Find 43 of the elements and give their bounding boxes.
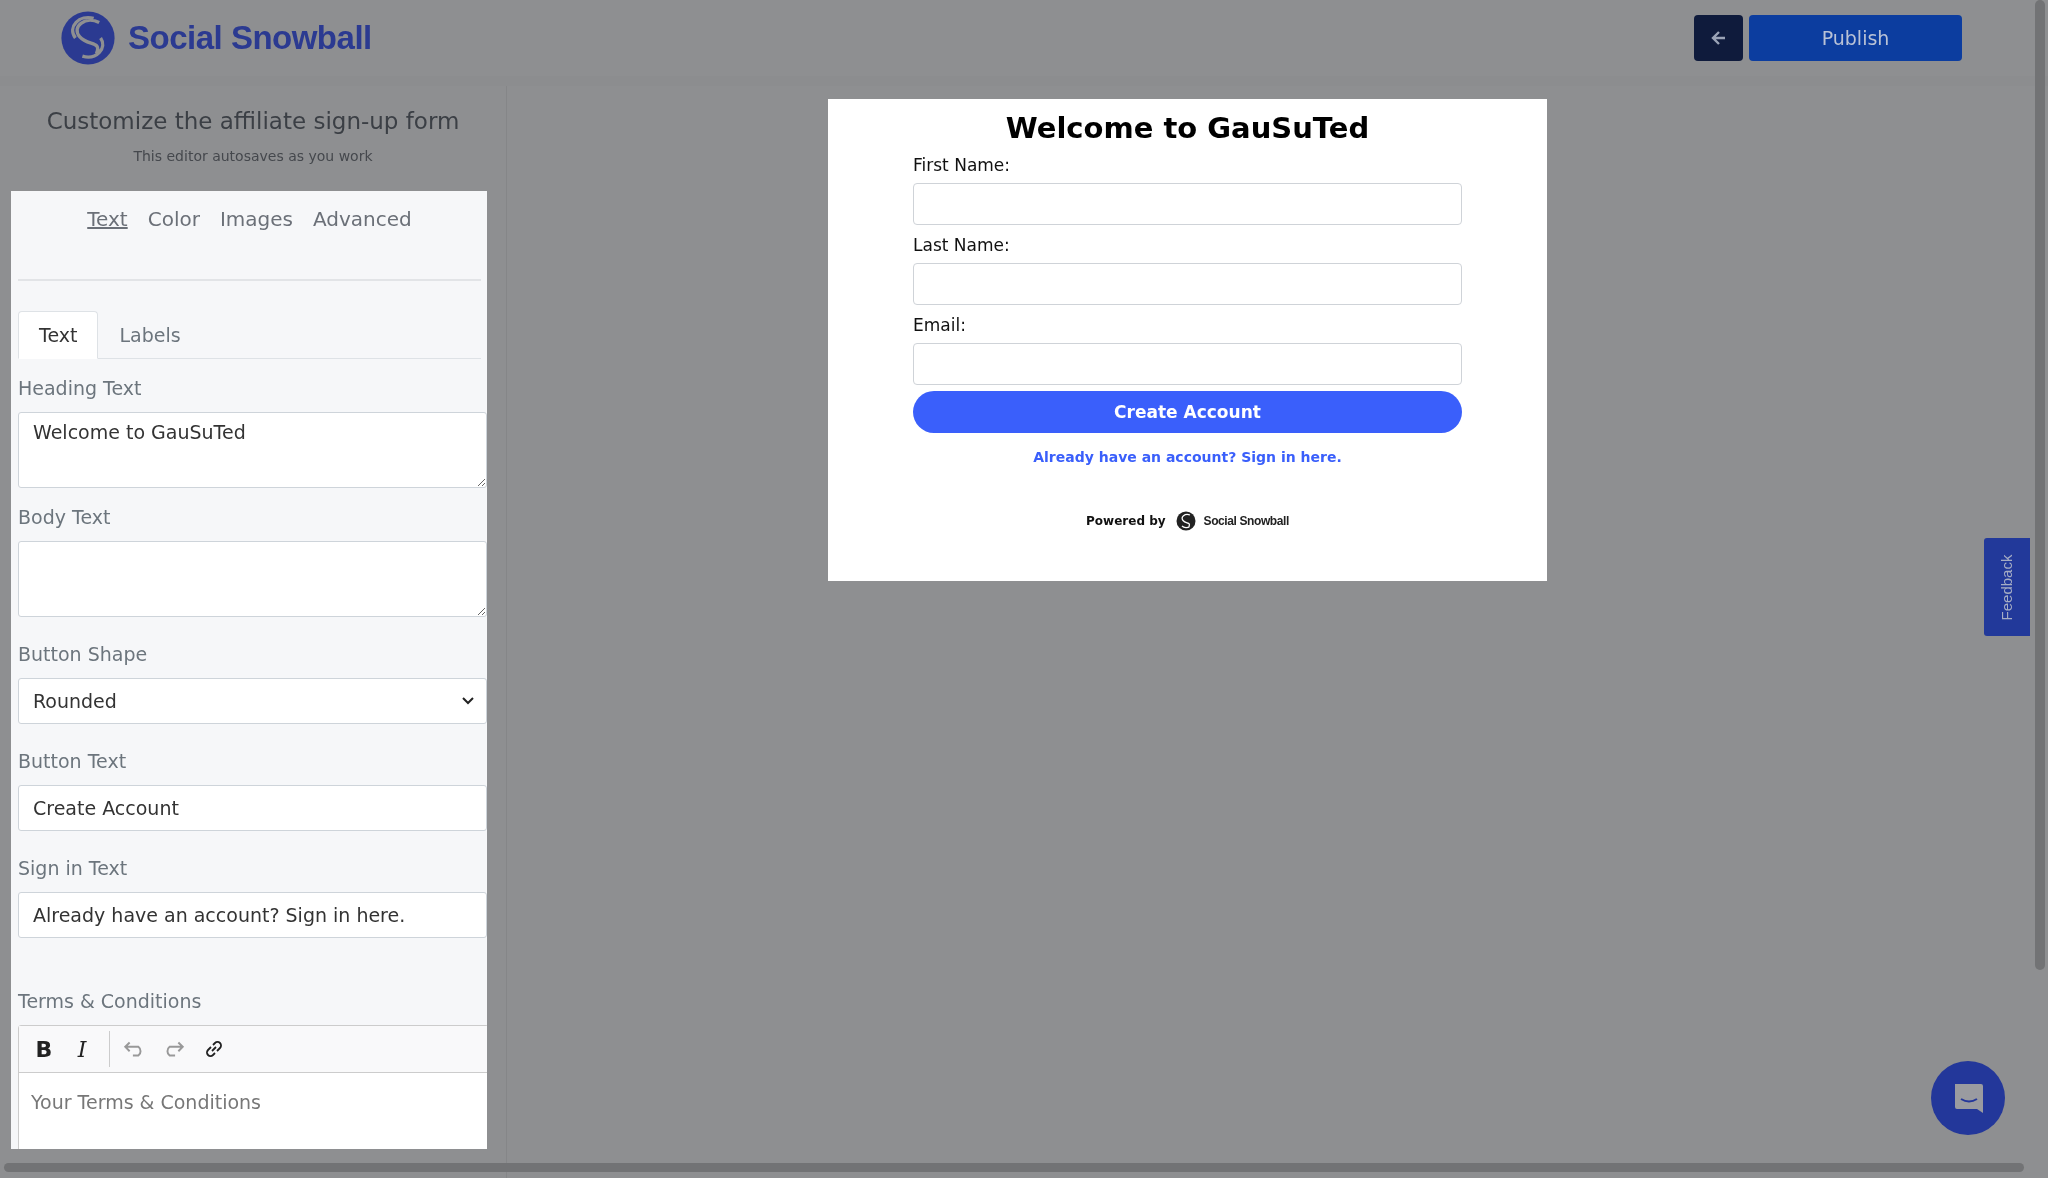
text-input[interactable]	[913, 343, 1462, 385]
rich-text-editor[interactable]: B I Your Terms & Conditions	[18, 1025, 487, 1149]
sign-in-link[interactable]: Already have an account? Sign in here.	[1033, 449, 1342, 465]
field-label: Button Text	[18, 750, 128, 772]
section-tab[interactable]: Labels	[98, 311, 202, 359]
field-label: Button Shape	[18, 643, 149, 665]
field-label: Body Text	[18, 506, 112, 528]
logo-icon	[60, 10, 116, 66]
create-account-button[interactable]: Create Account	[913, 391, 1462, 433]
scrollbar[interactable]	[2035, 0, 2045, 970]
settings-tab[interactable]: Images	[219, 207, 293, 235]
scrollbar[interactable]	[4, 1163, 2024, 1172]
field-label: Heading Text	[18, 377, 143, 399]
text-area[interactable]: Welcome to GauSuTed	[18, 412, 487, 488]
field-label: Sign in Text	[18, 857, 129, 879]
settings-tab[interactable]: Text	[87, 207, 128, 235]
brand-name: Social Snowball	[128, 19, 372, 57]
field-label: Email:	[913, 315, 967, 335]
chevron-down-icon	[462, 697, 474, 705]
powered-by-label: Powered by	[1086, 514, 1166, 528]
field-label: Terms & Conditions	[18, 990, 203, 1012]
settings-tab[interactable]: Color	[147, 207, 200, 235]
back-button[interactable]	[1694, 15, 1743, 61]
text-input[interactable]: Create Account	[18, 785, 487, 831]
publish-button[interactable]: Publish	[1749, 15, 1962, 61]
logo-icon	[1175, 511, 1196, 531]
text-input[interactable]	[913, 183, 1462, 225]
form-heading: Welcome to GauSuTed	[1005, 111, 1370, 145]
field-label: Last Name:	[913, 235, 1011, 255]
text-input[interactable]: Already have an account? Sign in here.	[18, 892, 487, 938]
text-area[interactable]	[18, 541, 487, 617]
autosave-note: This editor autosaves as you work	[133, 148, 373, 164]
settings-tab[interactable]: Advanced	[312, 207, 412, 235]
field-label: First Name:	[913, 155, 1012, 175]
italic-button[interactable]: I	[71, 1036, 93, 1062]
brand-name: Social Snowball	[1203, 514, 1289, 528]
dropdown[interactable]: Rounded	[18, 678, 487, 724]
panel-title: Customize the affiliate sign-up form	[46, 108, 460, 134]
feedback-tab[interactable]: Feedback	[1984, 538, 2030, 636]
text-input[interactable]	[913, 263, 1462, 305]
bold-button[interactable]: B	[33, 1036, 55, 1062]
editor-placeholder: Your Terms & Conditions	[31, 1091, 261, 1113]
section-tab[interactable]: Text	[18, 311, 99, 359]
